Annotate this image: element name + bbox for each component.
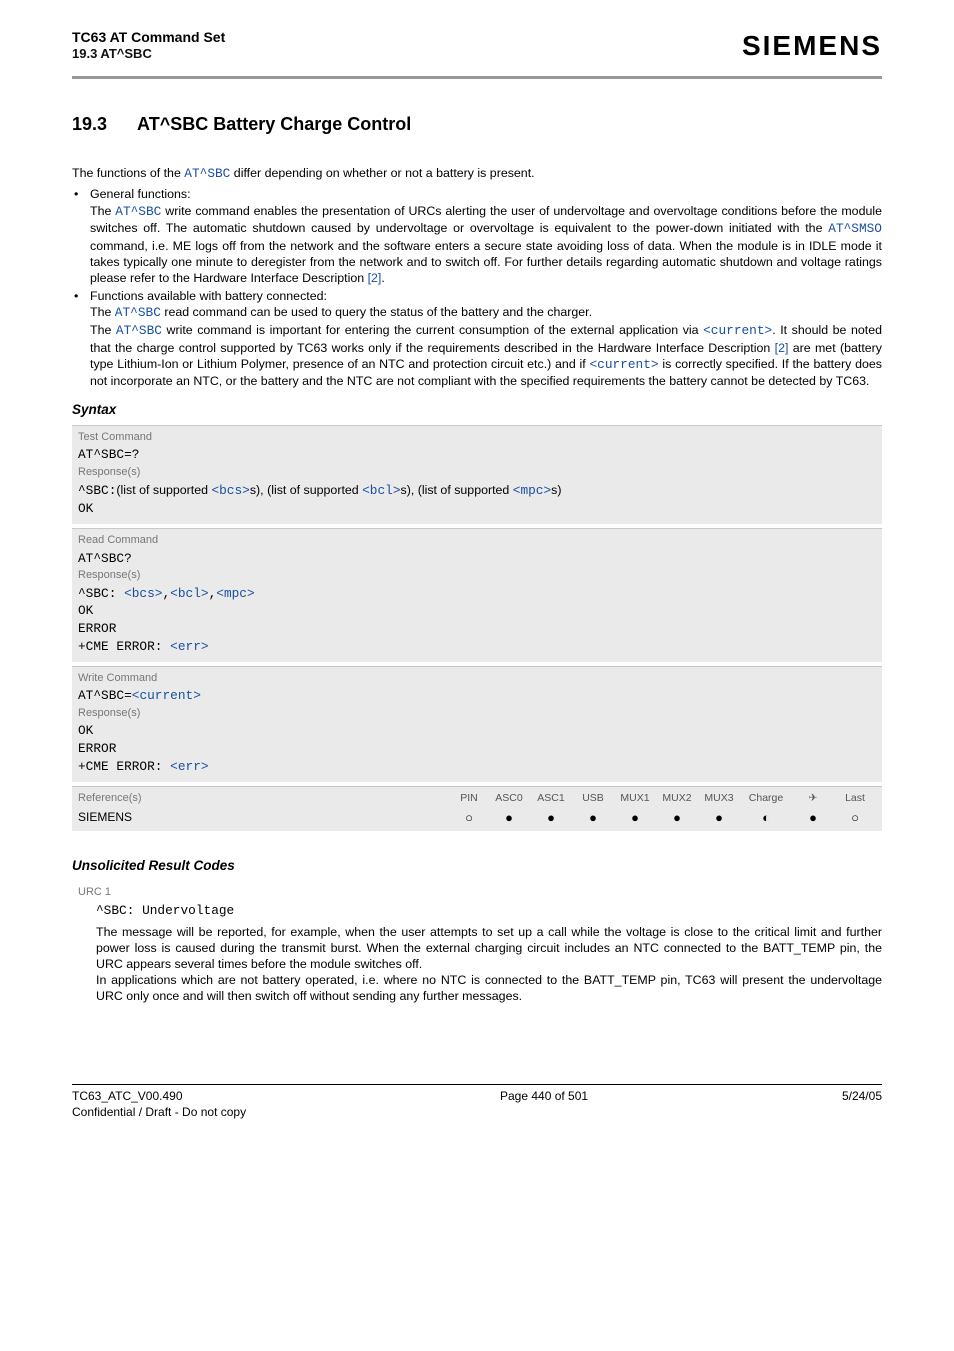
urc-label: URC 1 [78, 885, 882, 899]
write-response-label: Response(s) [78, 706, 876, 720]
section-number: 19.3 [72, 114, 107, 134]
ref-dot: ● [656, 811, 698, 824]
bullet-lead: Functions available with battery connect… [90, 289, 327, 303]
test-response-label: Response(s) [78, 465, 876, 479]
urc-body: ^SBC: Undervoltage The message will be r… [72, 903, 882, 1004]
write-command-block: Write Command AT^SBC=<current> Response(… [72, 666, 882, 782]
ref-col-header: ✈ [792, 792, 834, 806]
test-ok: OK [78, 501, 876, 518]
urc-text-1: The message will be reported, for exampl… [96, 925, 882, 971]
cmd-link[interactable]: <current> [589, 357, 658, 372]
header-left: TC63 AT Command Set 19.3 AT^SBC [72, 28, 225, 63]
bullet-item: Functions available with battery connect… [72, 288, 882, 389]
write-ok: OK [78, 723, 876, 740]
test-response-line: ^SBC:(list of supported <bcs>s), (list o… [78, 482, 876, 500]
cmd-link[interactable]: AT^SMSO [828, 221, 882, 236]
page-header: TC63 AT Command Set 19.3 AT^SBC SIEMENS [72, 28, 882, 72]
section-heading: 19.3 AT^SBC Battery Charge Control [72, 113, 882, 136]
read-command: AT^SBC? [78, 551, 876, 568]
read-command-block: Read Command AT^SBC? Response(s) ^SBC: <… [72, 528, 882, 662]
cmd-link[interactable]: AT^SBC [115, 204, 161, 219]
ref-dot: ● [792, 811, 834, 824]
reference-dots: ○●●●●●●◐●○ [450, 811, 876, 824]
write-cme: +CME ERROR: <err> [78, 759, 876, 776]
ref-dot: ○ [450, 811, 488, 824]
cmd-link[interactable]: <current> [703, 323, 772, 338]
ref-dot: ● [572, 811, 614, 824]
ref-dot: ● [698, 811, 740, 824]
syntax-heading: Syntax [72, 401, 882, 419]
ref-dot: ● [614, 811, 656, 824]
footer-confidential: Confidential / Draft - Do not copy [72, 1105, 246, 1121]
test-label: Test Command [78, 430, 876, 444]
ref-col-header: MUX1 [614, 792, 656, 806]
read-response-label: Response(s) [78, 568, 876, 582]
reference-name: SIEMENS [78, 810, 132, 826]
ref-dot: ● [488, 811, 530, 824]
read-ok: OK [78, 603, 876, 620]
siemens-logo: SIEMENS [742, 28, 882, 64]
reference-value-row: SIEMENS ○●●●●●●◐●○ [72, 808, 882, 832]
param-link[interactable]: <mpc> [216, 586, 254, 601]
doc-subtitle: 19.3 AT^SBC [72, 46, 225, 63]
bullet-lead: General functions: [90, 187, 191, 201]
read-cme: +CME ERROR: <err> [78, 639, 876, 656]
param-link[interactable]: <err> [170, 639, 208, 654]
section-title-text: AT^SBC Battery Charge Control [137, 114, 411, 134]
bullet-item: General functions:The AT^SBC write comma… [72, 186, 882, 286]
ref-link[interactable]: [2] [368, 271, 382, 285]
ref-col-header: USB [572, 792, 614, 806]
doc-title: TC63 AT Command Set [72, 28, 225, 46]
ref-col-header: PIN [450, 792, 488, 806]
footer-page-number: Page 440 of 501 [500, 1089, 588, 1120]
ref-col-header: Charge [740, 792, 792, 806]
ref-col-header: ASC1 [530, 792, 572, 806]
param-link[interactable]: <bcl> [170, 586, 208, 601]
footer-left: TC63_ATC_V00.490 Confidential / Draft - … [72, 1089, 246, 1120]
intro-paragraph: The functions of the AT^SBC differ depen… [72, 165, 882, 183]
write-command: AT^SBC=<current> [78, 688, 876, 705]
ref-dot: ○ [834, 811, 876, 824]
read-response-line: ^SBC: <bcs>,<bcl>,<mpc> [78, 586, 876, 603]
ref-dot: ● [530, 811, 572, 824]
reference-header-row: Reference(s) PINASC0ASC1USBMUX1MUX2MUX3C… [72, 786, 882, 807]
ref-col-header: Last [834, 792, 876, 806]
param-link[interactable]: <bcs> [124, 586, 162, 601]
write-error: ERROR [78, 741, 876, 758]
param-link[interactable]: <bcs> [211, 483, 249, 498]
urc-text-2: In applications which are not battery op… [96, 973, 882, 1003]
test-command-block: Test Command AT^SBC=? Response(s) ^SBC:(… [72, 425, 882, 524]
reference-columns: PINASC0ASC1USBMUX1MUX2MUX3Charge✈Last [450, 792, 876, 806]
reference-label: Reference(s) [78, 791, 142, 805]
ref-col-header: ASC0 [488, 792, 530, 806]
read-label: Read Command [78, 533, 876, 547]
urc-code: ^SBC: Undervoltage [96, 903, 882, 920]
ref-link[interactable]: [2] [775, 341, 789, 355]
cmd-link[interactable]: AT^SBC [115, 305, 161, 320]
header-rule [72, 76, 882, 79]
urc-heading: Unsolicited Result Codes [72, 857, 882, 875]
test-command: AT^SBC=? [78, 447, 876, 464]
param-link[interactable]: <current> [132, 688, 201, 703]
footer-doc-id: TC63_ATC_V00.490 [72, 1089, 246, 1105]
footer-date: 5/24/05 [842, 1089, 882, 1120]
ref-col-header: MUX2 [656, 792, 698, 806]
read-error: ERROR [78, 621, 876, 638]
bullet-list: General functions:The AT^SBC write comma… [72, 186, 882, 389]
param-link[interactable]: <bcl> [362, 483, 400, 498]
ref-dot: ◐ [740, 811, 792, 824]
param-link[interactable]: <mpc> [513, 483, 551, 498]
ref-col-header: MUX3 [698, 792, 740, 806]
param-link[interactable]: <err> [170, 759, 208, 774]
cmd-link[interactable]: AT^SBC [184, 166, 230, 181]
write-label: Write Command [78, 671, 876, 685]
page-footer: TC63_ATC_V00.490 Confidential / Draft - … [72, 1084, 882, 1120]
cmd-link[interactable]: AT^SBC [116, 323, 162, 338]
